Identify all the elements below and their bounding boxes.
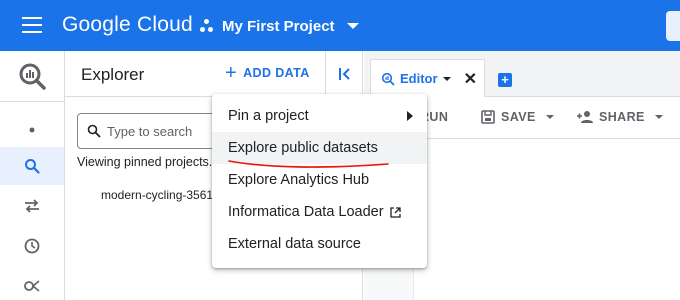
chevron-down-icon[interactable] bbox=[442, 76, 451, 81]
google-cloud-logo[interactable]: Google Cloud bbox=[62, 13, 193, 37]
bigquery-logo-icon[interactable] bbox=[17, 61, 47, 91]
add-data-label: ADD DATA bbox=[243, 66, 310, 80]
new-tab-plus-icon[interactable]: + bbox=[498, 73, 512, 87]
chevron-right-icon bbox=[407, 111, 413, 121]
project-name: My First Project bbox=[222, 17, 335, 35]
menu-item-external-data-source[interactable]: External data source bbox=[212, 228, 427, 260]
save-button[interactable]: SAVE bbox=[481, 110, 554, 124]
tab-editor[interactable]: Editor ✕ bbox=[370, 59, 485, 97]
add-person-icon bbox=[577, 111, 593, 123]
add-data-menu: Pin a project Explore public datasets Ex… bbox=[212, 94, 427, 268]
explorer-header: Explorer + ADD DATA bbox=[65, 51, 363, 97]
search-bar-edge[interactable] bbox=[666, 11, 680, 41]
editor-tab-bar: Editor ✕ + bbox=[364, 51, 680, 97]
dot-icon bbox=[29, 127, 35, 133]
search-icon bbox=[25, 159, 40, 174]
search-icon bbox=[87, 124, 101, 138]
save-label: SAVE bbox=[501, 110, 536, 124]
project-dots-icon bbox=[200, 19, 214, 33]
menu-item-pin-project[interactable]: Pin a project bbox=[212, 100, 427, 132]
add-data-button[interactable]: + ADD DATA bbox=[225, 62, 310, 84]
close-icon[interactable]: ✕ bbox=[464, 69, 477, 89]
logo-cloud-text: Cloud bbox=[136, 13, 193, 36]
rail-search-item[interactable] bbox=[0, 147, 64, 185]
menu-item-label: Pin a project bbox=[228, 108, 309, 124]
rail-analytics-item[interactable] bbox=[0, 267, 64, 300]
save-icon bbox=[481, 110, 495, 124]
rail-history-item[interactable] bbox=[0, 227, 64, 265]
red-underline-annotation bbox=[228, 160, 389, 168]
tab-editor-label: Editor bbox=[400, 71, 438, 86]
top-app-bar: Google Cloud My First Project bbox=[0, 0, 680, 51]
menu-item-informatica-data-loader[interactable]: Informatica Data Loader bbox=[212, 196, 427, 228]
chevron-down-icon bbox=[545, 115, 554, 119]
pinned-project-item[interactable]: modern-cycling-3561 bbox=[101, 188, 213, 202]
rail-divider bbox=[0, 101, 64, 102]
rail-dot-item[interactable] bbox=[0, 111, 64, 149]
chevron-down-icon bbox=[346, 23, 359, 29]
menu-item-label: Explore public datasets bbox=[228, 140, 378, 156]
left-nav-rail bbox=[0, 51, 65, 300]
clock-icon bbox=[24, 238, 40, 254]
plus-icon: + bbox=[225, 62, 238, 84]
external-link-icon bbox=[389, 206, 401, 218]
rail-transfers-item[interactable] bbox=[0, 187, 64, 225]
menu-item-label: Explore Analytics Hub bbox=[228, 172, 370, 188]
menu-item-label: Informatica Data Loader bbox=[228, 204, 384, 220]
share-button[interactable]: SHARE bbox=[577, 110, 663, 124]
project-selector[interactable]: My First Project bbox=[200, 13, 359, 39]
collapse-panel-icon bbox=[338, 68, 350, 80]
chevron-down-icon bbox=[654, 115, 663, 119]
menu-item-label: External data source bbox=[228, 236, 361, 252]
explorer-title: Explorer bbox=[81, 65, 145, 84]
viewing-pinned-text: Viewing pinned projects. bbox=[77, 155, 213, 169]
share-label: SHARE bbox=[599, 110, 645, 124]
logo-google-text: Google bbox=[62, 13, 131, 36]
query-icon bbox=[381, 72, 395, 86]
transfer-arrows-icon bbox=[25, 199, 39, 213]
collapse-panel-button[interactable] bbox=[325, 51, 363, 97]
hamburger-menu-icon[interactable] bbox=[22, 17, 42, 33]
analytics-hub-icon bbox=[24, 280, 40, 292]
